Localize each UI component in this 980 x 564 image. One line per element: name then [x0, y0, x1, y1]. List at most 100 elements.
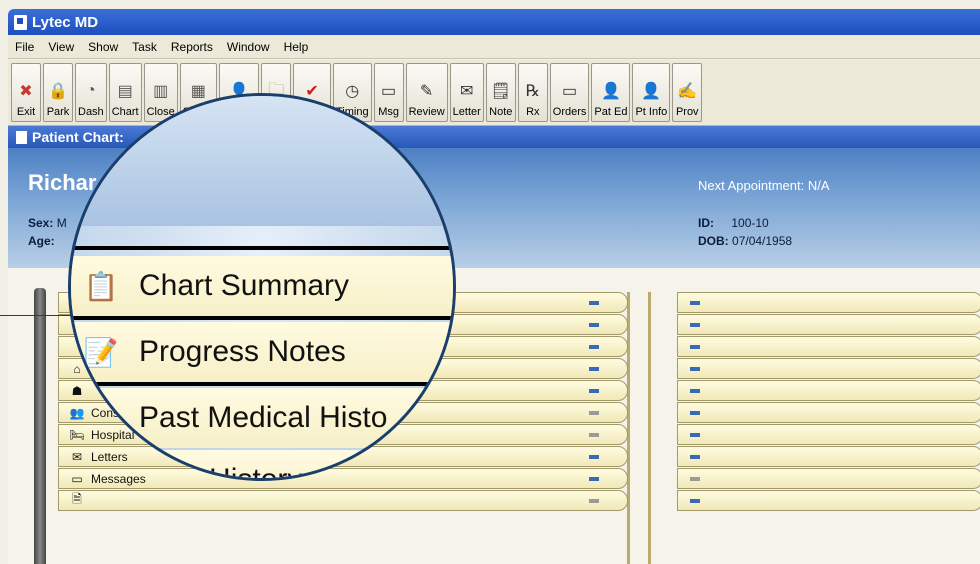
menu-window[interactable]: Window	[220, 40, 277, 54]
tab-expand-marker[interactable]	[589, 455, 599, 459]
patient-id: ID: 100-10	[698, 216, 769, 230]
magnified-tab-label: Chart Summary	[139, 269, 350, 302]
magnified-tab-past-medical-history[interactable]: ⌂ Past Medical Histo	[71, 388, 453, 448]
patient-info-icon: 👤	[641, 83, 662, 100]
toolbar-button-label: Pt Info	[635, 106, 668, 118]
toolbar-button-label: Prov	[675, 106, 699, 118]
toolbar-button-prov[interactable]: ✍ Prov	[672, 63, 703, 122]
clipboard-icon: 📋	[83, 270, 119, 302]
id-value: 100-10	[731, 216, 769, 230]
tab-expand-marker[interactable]	[589, 433, 599, 437]
toolbar-button-label: Exit	[16, 106, 36, 118]
progress-notes-icon: 📝	[83, 336, 119, 368]
magnified-tab-label: Progress Notes	[139, 335, 346, 368]
tab-expand-marker[interactable]	[589, 345, 599, 349]
toolbar-button-note[interactable]: 🗒 Note	[485, 63, 516, 122]
menu-help[interactable]: Help	[277, 40, 316, 54]
chart-tab[interactable]	[677, 336, 980, 357]
chart-tab[interactable]	[677, 468, 980, 489]
chart-tab[interactable]	[677, 402, 980, 423]
menu-reports[interactable]: Reports	[164, 40, 220, 54]
tab-expand-marker[interactable]	[589, 499, 599, 503]
letter-icon: ✉	[460, 83, 474, 100]
lytec-md-window: Lytec MD File View Show Task Reports Win…	[0, 0, 980, 564]
dob-label: DOB:	[698, 234, 729, 248]
patient-education-icon: 👤	[600, 83, 621, 100]
title-bar: Lytec MD	[8, 9, 980, 35]
tab-expand-marker[interactable]	[690, 411, 700, 415]
menu-file[interactable]: File	[8, 40, 41, 54]
tab-expand-marker[interactable]	[690, 323, 700, 327]
toolbar-button-park[interactable]: 🔒 Park	[43, 63, 73, 122]
orders-icon: ▭	[562, 83, 578, 100]
chart-tab[interactable]	[677, 358, 980, 379]
magnifier-divider	[71, 246, 453, 250]
magnifier-divider	[71, 382, 453, 386]
chart-tab[interactable]	[677, 424, 980, 445]
magnified-tab-progress-notes[interactable]: 📝 Progress Notes	[71, 322, 453, 382]
magnifier-callout: 📋 Chart Summary 📝 Progress Notes ⌂ Past …	[68, 93, 456, 481]
magnifier-divider	[71, 316, 453, 320]
tab-expand-marker[interactable]	[690, 367, 700, 371]
patient-dob: DOB: 07/04/1958	[698, 234, 792, 248]
toolbar-button-exit[interactable]: ✖ Exit	[11, 63, 41, 122]
menu-view[interactable]: View	[41, 40, 81, 54]
provider-icon: ✍	[677, 83, 698, 100]
document-icon: 🗎	[72, 492, 82, 506]
age-label: Age:	[28, 234, 55, 248]
chart-tab[interactable]	[677, 380, 980, 401]
tab-expand-marker[interactable]	[589, 477, 599, 481]
tab-expand-marker[interactable]	[589, 389, 599, 393]
toolbar-button-label: Park	[46, 106, 70, 118]
rx-icon: ℞	[525, 83, 540, 100]
menu-bar: File View Show Task Reports Window Help	[8, 35, 980, 59]
toolbar-button-rx[interactable]: ℞ Rx	[517, 63, 548, 122]
toolbar-button-label: Rx	[526, 106, 540, 118]
tab-expand-marker[interactable]	[690, 345, 700, 349]
magnified-tab-label: Past Medical Histo	[139, 401, 388, 434]
chart-tab[interactable]: 🗎	[58, 490, 628, 511]
tab-expand-marker[interactable]	[690, 433, 700, 437]
patient-sex: Sex: M	[28, 216, 67, 230]
tab-expand-marker[interactable]	[690, 477, 700, 481]
app-logo-icon	[14, 14, 27, 30]
tab-expand-marker[interactable]	[589, 301, 599, 305]
toolbar-button-label: Pat Ed	[594, 106, 628, 118]
family-icon: ☗	[88, 464, 114, 481]
tab-expand-marker[interactable]	[690, 499, 700, 503]
next-appointment: Next Appointment: N/A	[698, 178, 830, 193]
tab-expand-marker[interactable]	[690, 455, 700, 459]
app-title: Lytec MD	[32, 13, 99, 31]
toolbar-button-letter[interactable]: ✉ Letter	[449, 63, 484, 122]
toolbar-button-pt-info[interactable]: 👤 Pt Info	[632, 63, 671, 122]
tab-expand-marker[interactable]	[589, 411, 599, 415]
dob-value: 07/04/1958	[732, 234, 793, 248]
toolbar-button-label: Note	[489, 106, 513, 118]
sex-label: Sex:	[28, 216, 54, 230]
chart-tab[interactable]	[677, 490, 980, 511]
exit-icon: ✖	[19, 83, 33, 100]
chart-logo-icon	[16, 130, 27, 144]
magnified-tab-chart-summary[interactable]: 📋 Chart Summary	[71, 256, 453, 316]
magnifier-banner-area	[71, 96, 453, 226]
toolbar-button-label: Letter	[452, 106, 481, 118]
magnified-tab-social-history[interactable]: ☗ ocial History	[71, 450, 453, 481]
chart-tab[interactable]	[677, 292, 980, 313]
note-icon: 🗒	[490, 83, 511, 100]
chart-tab[interactable]	[677, 314, 980, 335]
tab-expand-marker[interactable]	[589, 323, 599, 327]
tab-expand-marker[interactable]	[589, 367, 599, 371]
menu-task[interactable]: Task	[125, 40, 164, 54]
toolbar-button-pat-ed[interactable]: 👤 Pat Ed	[591, 63, 631, 122]
chart-tab[interactable]	[677, 446, 980, 467]
magnifier-leader-line	[0, 315, 78, 316]
id-label: ID:	[698, 216, 714, 230]
toolbar-button-orders[interactable]: ▭ Orders	[549, 63, 590, 122]
toolbar-button-label: Orders	[552, 106, 587, 118]
lock-icon: 🔒	[48, 83, 68, 100]
menu-show[interactable]: Show	[81, 40, 125, 54]
tab-expand-marker[interactable]	[690, 389, 700, 393]
tab-expand-marker[interactable]	[690, 301, 700, 305]
sex-value: M	[56, 216, 67, 230]
house-icon: ⌂	[92, 402, 110, 433]
